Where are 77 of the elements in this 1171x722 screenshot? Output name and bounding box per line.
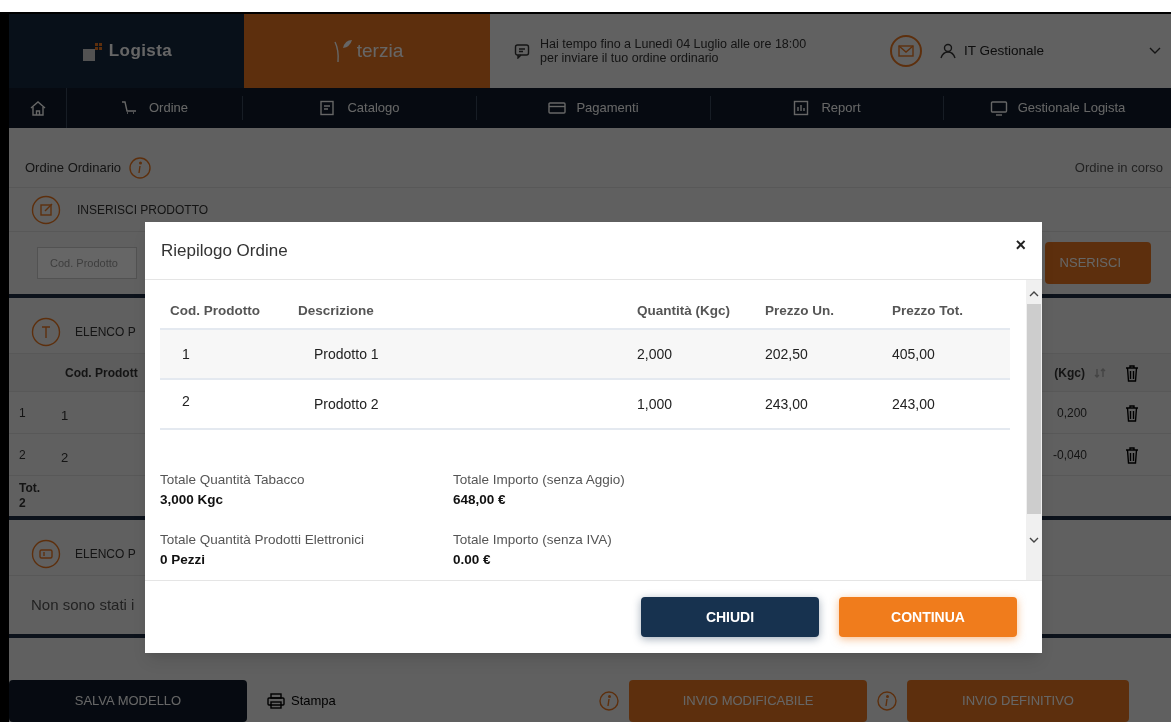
- nav-tab[interactable]: Ordine: [67, 96, 243, 120]
- column-header: Descrizione: [298, 302, 374, 318]
- card-icon: [548, 100, 567, 116]
- total-label: Tot.: [19, 481, 41, 496]
- nav-tab[interactable]: Report: [711, 96, 944, 120]
- nav-tab[interactable]: Catalogo: [243, 96, 477, 120]
- empty-message: Non sono stati i: [31, 594, 135, 615]
- sort-icon: [1093, 366, 1107, 379]
- printer-icon: [267, 693, 285, 709]
- column-header: Quantità (Kgc): [637, 302, 730, 318]
- column-header: Cod. Prodott: [65, 364, 138, 382]
- total-label: Totale Importo (senza Aggio): [453, 471, 626, 489]
- save-template-button[interactable]: SALVA MODELLO: [9, 680, 247, 722]
- chevron-down-icon: [1149, 47, 1161, 55]
- close-dialog-button[interactable]: CHIUDI: [641, 597, 819, 637]
- scrollbar-thumb[interactable]: [1027, 304, 1041, 514]
- table-cell-text: 0,200: [1056, 404, 1087, 422]
- user-icon: [940, 43, 956, 59]
- user-menu[interactable]: IT Gestionale: [940, 40, 1171, 62]
- column-header: Cod. Prodotto: [170, 302, 260, 318]
- table-cell-text: -0,040: [1052, 446, 1087, 464]
- monitor-icon: [989, 100, 1008, 116]
- insert-button[interactable]: NSERISCI: [1045, 242, 1151, 284]
- continue-button[interactable]: CONTINUA: [839, 597, 1017, 637]
- row-number: 1: [18, 404, 27, 422]
- total-label: Totale Quantità Tabacco: [160, 471, 306, 489]
- scrollbar[interactable]: [1026, 280, 1042, 580]
- table-cell: Prodotto 2: [314, 395, 379, 412]
- table-cell: 243,00: [765, 395, 808, 412]
- column-header: Prezzo Tot.: [892, 302, 963, 318]
- modal-title: Riepilogo Ordine: [161, 239, 288, 262]
- total-value: 648,00 €: [453, 491, 507, 509]
- table-cell: Prodotto 1: [314, 345, 379, 362]
- info-icon: [877, 691, 897, 711]
- trash-icon: [1125, 363, 1139, 382]
- close-button[interactable]: ×: [1015, 232, 1026, 259]
- table-cell: 1,000: [637, 395, 673, 412]
- table-cell: 243,00: [892, 395, 935, 412]
- envelope-icon: [898, 45, 914, 57]
- logo-mark-icon: [80, 41, 105, 61]
- edit-icon: [31, 194, 61, 225]
- trash-icon: [1125, 445, 1139, 464]
- column-header: (Kgc): [1054, 364, 1085, 382]
- total-value: 0 Pezzi: [160, 551, 207, 569]
- section-title: ELENCO P: [75, 545, 136, 563]
- send-button[interactable]: INVIO DEFINITIVO: [907, 680, 1129, 722]
- table-cell: 2: [61, 449, 69, 465]
- section-title: ELENCO P: [75, 323, 136, 341]
- send-button[interactable]: INVIO MODIFICABILE: [629, 680, 867, 722]
- table-cell: 1: [182, 345, 190, 362]
- cart-icon: [121, 100, 139, 116]
- nav-tab[interactable]: Pagamenti: [477, 96, 711, 120]
- table-cell: 1: [61, 407, 69, 423]
- brand-text: terzia: [356, 38, 404, 63]
- total-value: 3,000 Kgc: [160, 491, 225, 509]
- total-label: Totale Quantità Prodotti Elettronici: [160, 531, 366, 549]
- info-icon: [599, 691, 619, 711]
- mail-button[interactable]: [890, 35, 922, 67]
- total-value: 0.00 €: [453, 551, 492, 569]
- order-title: Ordine Ordinario: [25, 158, 122, 177]
- table-cell: 2: [182, 392, 190, 409]
- row-number: 2: [18, 446, 27, 464]
- total-label: Totale Importo (senza IVA): [453, 531, 613, 549]
- total-value: 2: [19, 496, 26, 511]
- table-cell: 405,00: [892, 345, 935, 362]
- nav-tab[interactable]: Gestionale Logista: [944, 96, 1171, 120]
- print-button[interactable]: Stampa: [267, 691, 589, 711]
- table-cell: 202,50: [765, 345, 808, 362]
- chat-icon: [514, 43, 530, 59]
- trash-icon: [1125, 403, 1139, 422]
- home-icon: [28, 100, 47, 116]
- logo-text: Logista: [108, 40, 173, 63]
- battery-icon: [31, 538, 61, 569]
- column-header: Prezzo Un.: [765, 302, 834, 318]
- section-title: INSERISCI PRODOTTO: [77, 201, 209, 219]
- info-icon: [129, 156, 152, 179]
- table-cell: 2,000: [637, 345, 673, 362]
